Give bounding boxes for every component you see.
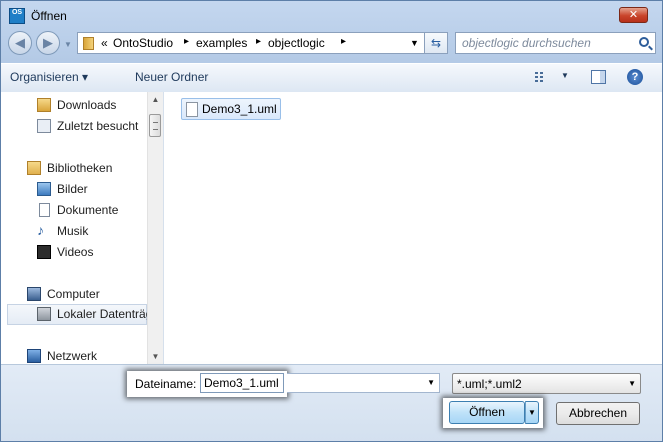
libraries-icon — [27, 161, 41, 175]
sidebar-item-videos[interactable]: Videos — [1, 242, 147, 263]
filename-dropdown[interactable]: ▼ — [287, 373, 440, 393]
sidebar-item-music[interactable]: ♪ Musik — [1, 221, 147, 242]
cancel-button[interactable]: Abbrechen — [556, 402, 640, 425]
sidebar-item-label: Bilder — [57, 182, 88, 196]
open-options-dropdown[interactable]: ▼ — [525, 401, 539, 424]
navigation-scrollbar[interactable]: ▲ ▼ — [147, 92, 163, 364]
documents-icon — [39, 203, 50, 217]
sidebar-item-label: Zuletzt besucht — [57, 119, 139, 133]
view-options-dropdown[interactable]: ▼ — [561, 71, 569, 80]
file-list: Demo3_1.uml — [164, 92, 662, 364]
refresh-icon: ⇆ — [430, 36, 442, 50]
pictures-icon — [37, 182, 51, 196]
sidebar-item-computer[interactable]: Computer — [1, 284, 147, 305]
preview-pane-icon[interactable] — [591, 70, 606, 84]
folder-icon — [83, 37, 94, 50]
command-bar: Organisieren ▾ Neuer Ordner ▼ ? — [1, 63, 662, 93]
dialog-title: Öffnen — [31, 9, 67, 23]
breadcrumb-ontostudio[interactable]: OntoStudio — [113, 36, 173, 50]
organize-menu[interactable]: Organisieren ▾ — [10, 70, 88, 84]
forward-button[interactable]: ▶ — [36, 31, 60, 55]
sidebar-item-libraries[interactable]: Bibliotheken — [1, 158, 147, 179]
chevron-right-icon[interactable]: ▸ — [256, 36, 261, 47]
dialog-footer: Dateiname: Demo3_1.uml ▼ *.uml;*.uml2 ▼ … — [1, 364, 662, 441]
chevron-down-icon: ▼ — [628, 379, 636, 388]
breadcrumb-objectlogic[interactable]: objectlogic — [268, 36, 325, 50]
new-folder-button[interactable]: Neuer Ordner — [135, 70, 208, 84]
network-icon — [27, 349, 41, 363]
recent-locations-dropdown[interactable]: ▼ — [64, 40, 73, 49]
scroll-thumb[interactable] — [149, 114, 161, 137]
filename-field[interactable]: Demo3_1.uml — [200, 373, 284, 393]
file-type-filter[interactable]: *.uml;*.uml2 ▼ — [452, 373, 641, 394]
sidebar-item-label: Computer — [47, 287, 100, 301]
sidebar-item-documents[interactable]: Dokumente — [1, 200, 147, 221]
sidebar-item-local-disk[interactable]: Lokaler Datenträger — [7, 304, 163, 325]
file-icon — [186, 102, 198, 117]
breadcrumb-examples[interactable]: examples — [196, 36, 247, 50]
file-type-value: *.uml;*.uml2 — [457, 377, 522, 391]
sidebar-item-label: Bibliotheken — [47, 161, 113, 175]
scroll-up-arrow-icon[interactable]: ▲ — [148, 92, 163, 107]
close-button[interactable]: ✕ — [619, 7, 648, 23]
search-placeholder: objectlogic durchsuchen — [462, 36, 591, 50]
sidebar-item-label: Dokumente — [57, 203, 119, 217]
navigation-bar: ◀ ▶ ▼ « OntoStudio ▸ examples ▸ objectlo… — [1, 31, 662, 61]
navigation-pane: Downloads Zuletzt besucht Bibliotheken B… — [1, 92, 164, 364]
sidebar-item-pictures[interactable]: Bilder — [1, 179, 147, 200]
help-icon[interactable]: ? — [627, 69, 643, 85]
local-disk-icon — [37, 307, 51, 321]
search-input[interactable]: objectlogic durchsuchen — [455, 32, 656, 54]
back-button[interactable]: ◀ — [8, 31, 32, 55]
app-icon: OS — [9, 8, 25, 24]
downloads-folder-icon — [37, 98, 51, 112]
breadcrumb-overflow[interactable]: « — [101, 36, 108, 50]
filename-group: Dateiname: Demo3_1.uml — [127, 371, 287, 397]
chevron-down-icon[interactable]: ▼ — [427, 378, 435, 387]
music-icon: ♪ — [37, 223, 51, 238]
chevron-down-icon[interactable]: ▼ — [410, 38, 419, 48]
view-options-icon[interactable] — [535, 72, 549, 83]
sidebar-item-downloads[interactable]: Downloads — [1, 95, 147, 116]
file-name: Demo3_1.uml — [202, 102, 277, 116]
search-icon[interactable] — [639, 37, 649, 47]
chevron-right-icon[interactable]: ▸ — [341, 36, 346, 47]
arrow-left-icon: ◀ — [15, 35, 25, 50]
computer-icon — [27, 287, 41, 301]
sidebar-item-label: Downloads — [57, 98, 117, 112]
recent-places-icon — [37, 119, 51, 133]
sidebar-item-label: Netzwerk — [47, 349, 98, 363]
arrow-right-icon: ▶ — [43, 35, 53, 50]
scroll-down-arrow-icon[interactable]: ▼ — [148, 349, 163, 364]
videos-icon — [37, 245, 51, 259]
address-bar[interactable]: « OntoStudio ▸ examples ▸ objectlogic ▸ … — [77, 32, 448, 54]
refresh-button[interactable]: ⇆ — [424, 32, 448, 54]
chevron-right-icon[interactable]: ▸ — [184, 36, 189, 47]
open-button-group: Öffnen ▼ — [443, 398, 543, 428]
filename-label: Dateiname: — [135, 377, 197, 391]
open-file-dialog: OS Öffnen ✕ ◀ ▶ ▼ « OntoStudio ▸ example… — [0, 0, 663, 442]
sidebar-item-label: Videos — [57, 245, 94, 259]
sidebar-item-label: Musik — [57, 224, 89, 238]
open-button[interactable]: Öffnen — [449, 401, 525, 424]
sidebar-item-network[interactable]: Netzwerk — [1, 346, 147, 364]
title-bar: OS Öffnen ✕ — [1, 1, 662, 31]
file-item[interactable]: Demo3_1.uml — [181, 98, 281, 120]
sidebar-item-recent[interactable]: Zuletzt besucht — [1, 116, 147, 137]
